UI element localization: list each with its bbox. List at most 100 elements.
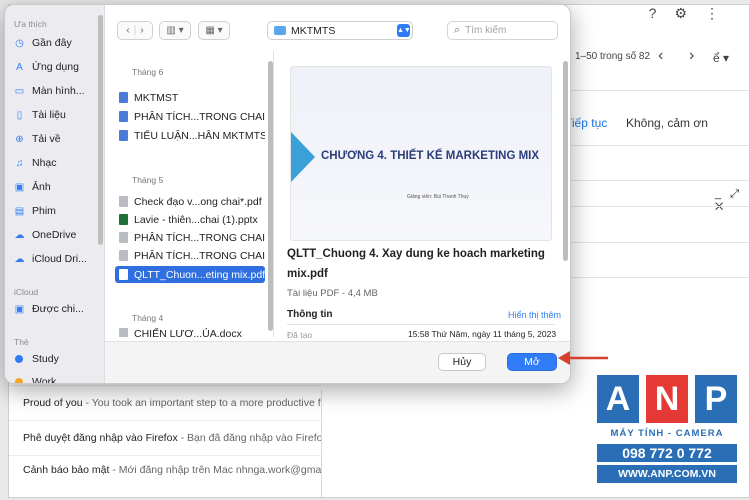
sidebar-item-label: Ứng dụng [32,61,79,73]
sidebar-item-documents[interactable]: ▯ Tài liệu [13,109,66,121]
email-row[interactable]: Proud of you - You took an important ste… [23,397,321,409]
cloud-icon: ☁ [14,253,25,265]
word-doc-icon [119,111,128,122]
cloud-icon: ☁ [14,229,25,241]
preview-scrollbar[interactable] [563,61,568,261]
favorites-header: Ưa thích [14,19,47,29]
pdf-file-icon [119,250,128,261]
show-more-link[interactable]: Hiển thị thêm [508,310,561,320]
open-button[interactable]: Mở [507,353,557,371]
settings-icon[interactable]: ⚙ [674,5,687,22]
view-mode-button[interactable]: ▥ ▾ [159,21,191,40]
file-open-dialog: Ưa thích ◷ Gần đây A Ứng dụng ▭ Màn hình...… [4,4,571,384]
created-value: 15:58 Thứ Năm, ngày 11 tháng 5, 2023 [408,329,557,339]
list-item-selected[interactable]: QLTT_Chuon...eting mix.pdf [115,266,265,283]
email-row[interactable]: Phê duyệt đăng nhập vào Firefox - Bạn đã… [23,432,321,444]
clock-icon: ◷ [15,37,24,49]
word-doc-icon [119,92,128,103]
tag-color-dot [15,355,23,363]
sidebar-item-recents[interactable]: ◷ Gần đây [13,37,72,49]
list-item[interactable]: CHIẾN LƯỢ...ỦA.docx [115,328,265,337]
grid-icon: ▦ ▾ [205,25,223,36]
forward-icon[interactable]: › [140,25,143,36]
search-input[interactable] [465,25,551,36]
email-snippet: - Bạn đã đăng nhập vào Firefox c [177,432,321,444]
film-icon: ▤ [14,205,25,217]
sidebar-item-music[interactable]: ♫ Nhạc [13,157,57,169]
logo-letter: P [695,375,737,423]
sidebar-tag-study[interactable]: Study [13,353,59,365]
sidebar-item-photos[interactable]: ▣ Ảnh [13,181,51,193]
sidebar-item-label: iCloud Dri... [32,253,87,265]
sidebar-item-movies[interactable]: ▤ Phim [13,205,56,217]
sidebar-item-downloads[interactable]: ⊕ Tải về [13,133,61,145]
sidebar-item-label: Work [32,376,57,384]
sidebar-item-label: Được chi... [32,303,84,315]
info-heading: Thông tin [287,309,333,320]
apps-icon: A [16,61,23,73]
file-name: PHÂN TÍCH...TRONG CHAI* [134,110,265,123]
list-item[interactable]: PHÂN TÍCH...TRONG CHAI* [115,108,265,125]
tag-color-dot [15,378,23,383]
file-name: Check đạo v...ong chai*.pdf [134,195,262,208]
list-item[interactable]: Check đạo v...ong chai*.pdf [115,193,265,210]
sidebar-item-desktop[interactable]: ▭ Màn hình... [13,85,85,97]
slide-author: Giảng viên: Bùi Thanh Thuỷ [407,194,469,200]
next-page-icon[interactable]: › [689,47,694,65]
sidebar-item-label: OneDrive [32,229,77,241]
download-icon: ⊕ [15,133,24,145]
no-thanks-link[interactable]: Không, cảm ơn [626,116,708,130]
compose-window-controls[interactable]: _ ⤢ ✕ [715,188,749,214]
shared-folder-icon: ▣ [14,303,25,315]
email-snippet: - Mới đăng nhập trên Mac nhnga.work@gmai… [109,464,321,476]
group-button[interactable]: ▦ ▾ [198,21,230,40]
pdf-file-icon [119,232,128,243]
doc-file-icon [119,328,128,337]
file-list: Tháng 6 MKTMST PHÂN TÍCH...TRONG CHAI* T… [106,51,274,337]
created-label: Đã tạo [287,330,313,340]
logo-tagline: MÁY TÍNH - CAMERA [610,428,724,439]
list-item[interactable]: PHÂN TÍCH...TRONG CHAI [115,247,265,264]
sidebar-item-label: Ảnh [32,181,51,193]
sidebar-item-shared[interactable]: ▣ Được chi... [13,303,84,315]
list-item[interactable]: Lavie - thiên...chai (1).pptx [115,211,265,228]
sidebar-item-onedrive[interactable]: ☁ OneDrive [13,229,77,241]
email-snippet: - You took an important step to a more p… [82,397,321,409]
apps-menu-icon[interactable]: ⋮ [705,5,719,22]
back-forward-buttons[interactable]: ‹ | › [117,21,153,40]
help-icon[interactable]: ? [649,5,657,22]
sidebar-tag-work[interactable]: Work [13,376,57,384]
search-field[interactable]: ⌕ [447,21,558,40]
file-preview: CHƯƠNG 4. THIẾT KẾ MARKETING MIX Giảng v… [275,51,570,341]
logo-letter: A [597,375,639,423]
list-item[interactable]: TIỂU LUẬN...HÂN MKTMTS [115,127,265,144]
cancel-button[interactable]: Hủy [438,353,486,371]
file-list-scrollbar[interactable] [268,61,273,331]
sidebar-item-label: Gần đây [32,37,72,49]
sidebar-item-applications[interactable]: A Ứng dụng [13,61,79,73]
email-row[interactable]: Cảnh báo bảo mật - Mới đăng nhập trên Ma… [23,464,321,476]
sidebar-item-label: Nhạc [32,157,57,169]
email-sender: Phê duyệt đăng nhập vào Firefox [23,432,178,444]
columns-view-icon: ▥ ▾ [166,25,184,36]
email-sender: Proud of you [23,397,83,409]
prev-page-icon[interactable]: ‹ [658,47,663,65]
file-name: CHIẾN LƯỢ...ỦA.docx [134,328,242,337]
list-item[interactable]: PHÂN TÍCH...TRONG CHAI [115,229,265,246]
input-language-icon[interactable]: ể ▾ [713,51,729,65]
list-item[interactable]: MKTMST [115,89,265,106]
sidebar-item-label: Tải về [32,133,61,145]
slide-title: CHƯƠNG 4. THIẾT KẾ MARKETING MIX [321,150,540,162]
sidebar-item-label: Study [32,353,59,365]
sidebar-item-icloud-drive[interactable]: ☁ iCloud Dri... [13,253,87,265]
group-header: Tháng 5 [132,175,164,185]
back-icon[interactable]: ‹ [126,25,129,36]
file-name: PHÂN TÍCH...TRONG CHAI [134,249,265,262]
pdf-file-icon [119,269,128,280]
location-select[interactable]: MKTMTS ▲▼ [267,21,413,40]
continue-link[interactable]: Tiếp tục [565,116,607,130]
word-doc-icon [119,130,128,141]
sidebar-scrollbar[interactable] [98,15,103,245]
top-toolbar-icons: ? ⚙ ⋮ [649,5,719,22]
preview-file-meta: Tài liệu PDF - 4,4 MB [287,288,378,299]
